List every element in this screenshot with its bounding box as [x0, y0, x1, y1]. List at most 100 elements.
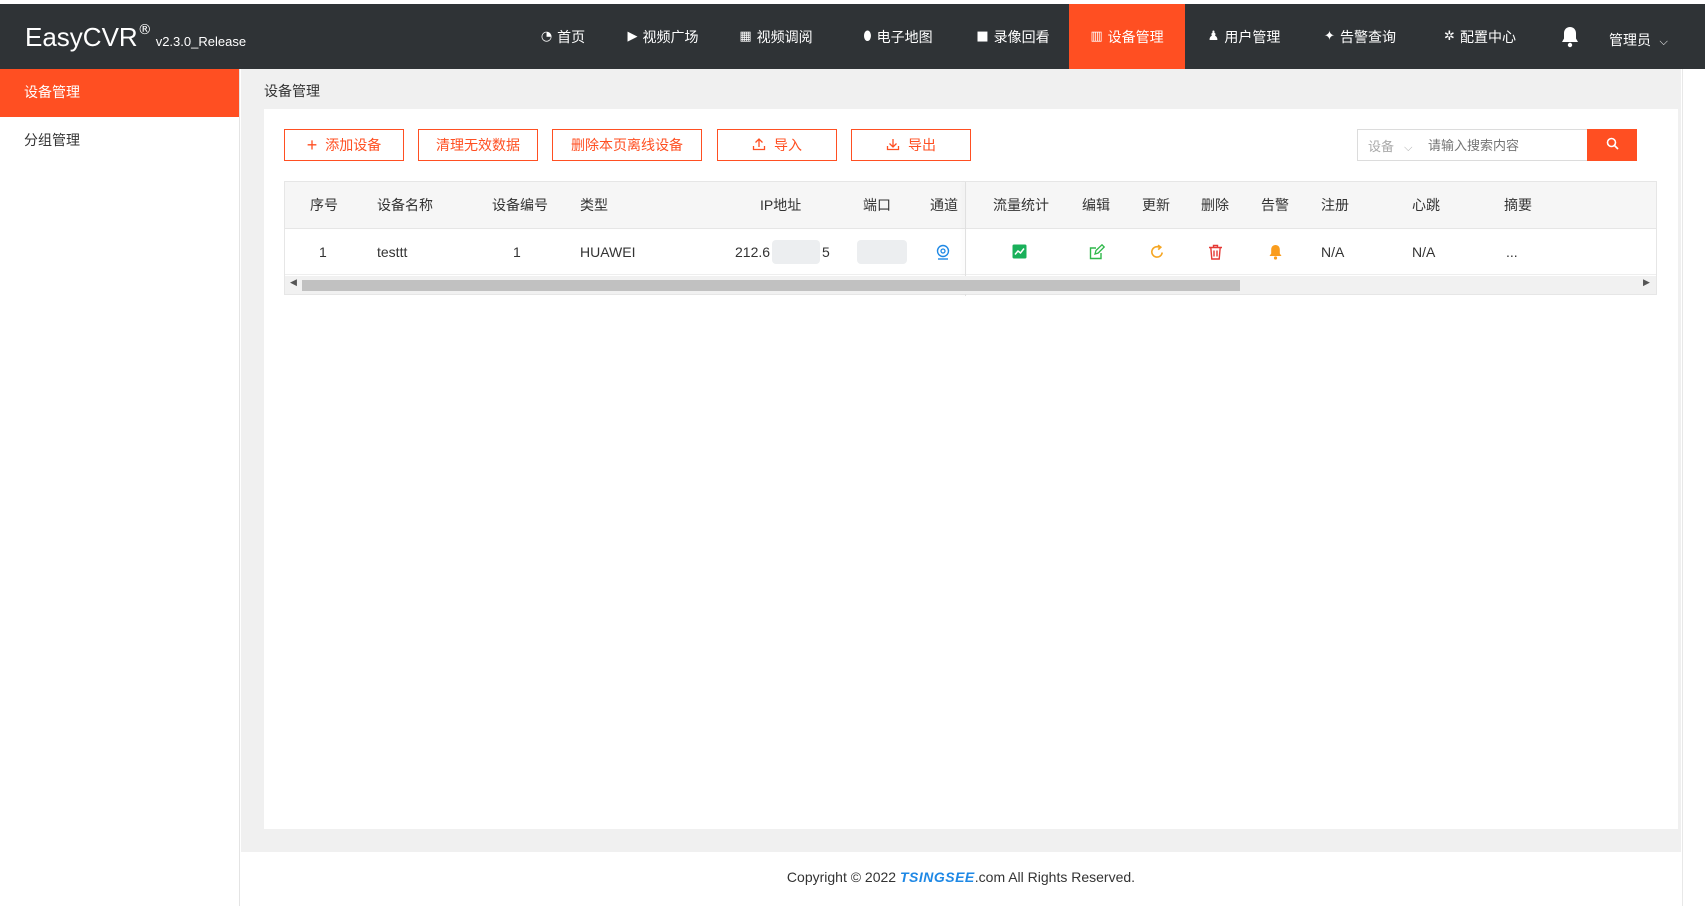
footer-prefix: Copyright © 2022 — [786, 869, 900, 885]
sidebar: 设备管理 分组管理 — [0, 69, 240, 906]
download-icon — [886, 137, 900, 154]
alarm-icon: ✦ — [1324, 29, 1335, 44]
nav-device-management[interactable]: ▥ 设备管理 — [1069, 4, 1185, 69]
col-summary: 摘要 — [1504, 197, 1532, 213]
col-type: 类型 — [580, 197, 608, 213]
user-name: 管理员 — [1609, 33, 1651, 49]
nav-map[interactable]: ⬮ 电子地图 — [853, 4, 943, 69]
sidebar-item-device-management[interactable]: 设备管理 — [0, 69, 239, 117]
chevron-down-icon: ⌵ — [1659, 35, 1668, 48]
col-edit: 编辑 — [1082, 197, 1110, 213]
col-index: 序号 — [310, 197, 338, 213]
scroll-left-icon[interactable]: ◀ — [290, 278, 297, 288]
traffic-stats-icon[interactable] — [1012, 229, 1027, 274]
export-button[interactable]: 导出 — [851, 129, 971, 161]
cell-name: testtt — [377, 243, 408, 260]
upload-icon — [752, 137, 766, 154]
cell-heartbeat: N/A — [1412, 243, 1436, 260]
col-ip: IP地址 — [760, 197, 802, 213]
nav-home-label: 首页 — [557, 29, 586, 46]
delete-offline-devices-label: 删除本页离线设备 — [571, 137, 683, 153]
brand-logo[interactable]: EasyCVR ® v2.3.0_Release — [25, 22, 246, 53]
main-content: 设备管理 + 添加设备 清理无效数据 删除本页离线设备 导入 导出 设备 ⌵ 请… — [241, 69, 1681, 852]
search-box: 设备 ⌵ — [1357, 129, 1589, 161]
footer: Copyright © 2022 TSINGSEE .com All Right… — [241, 852, 1681, 902]
col-update: 更新 — [1142, 197, 1170, 213]
nav-home[interactable]: ◔ 首页 — [528, 4, 598, 69]
col-delete: 删除 — [1201, 197, 1229, 213]
search-button[interactable] — [1587, 129, 1637, 161]
import-button[interactable]: 导入 — [717, 129, 837, 161]
col-alarm: 告警 — [1261, 197, 1289, 213]
nav-config-center-label: 配置中心 — [1459, 29, 1516, 46]
plus-icon: + — [306, 135, 318, 155]
col-code: 设备编号 — [492, 197, 548, 213]
cell-ip-prefix: 212.6 — [735, 243, 771, 260]
col-traffic: 流量统计 — [993, 197, 1049, 213]
delete-offline-devices-button[interactable]: 删除本页离线设备 — [552, 129, 702, 161]
nav-device-management-label: 设备管理 — [1107, 29, 1164, 46]
nav-playback-label: 录像回看 — [993, 29, 1050, 46]
nav-config-center[interactable]: ✲ 配置中心 — [1435, 4, 1525, 69]
breadcrumb: 设备管理 — [264, 84, 320, 100]
sidebar-item-label: 设备管理 — [24, 85, 80, 101]
clean-invalid-data-label: 清理无效数据 — [436, 137, 520, 153]
cell-register: N/A — [1321, 243, 1345, 260]
nav-user-management[interactable]: ♟ 用户管理 — [1199, 4, 1289, 69]
search-type-select[interactable]: 设备 ⌵ — [1358, 136, 1428, 155]
table-row[interactable]: 1 testtt 1 HUAWEI 212.6 5 N/A N/A ... — [285, 229, 1656, 275]
vertical-scrollbar[interactable] — [1682, 69, 1705, 906]
map-pin-icon: ⬮ — [863, 29, 872, 44]
add-device-button[interactable]: + 添加设备 — [284, 129, 404, 161]
col-port: 端口 — [863, 197, 891, 213]
layout-icon: ▦ — [739, 29, 752, 44]
chevron-down-icon: ⌵ — [1404, 140, 1413, 154]
channel-icon[interactable] — [935, 229, 951, 274]
dashboard-icon: ◔ — [540, 29, 553, 44]
search-icon — [1606, 137, 1619, 154]
col-register: 注册 — [1321, 197, 1349, 213]
brand-name: EasyCVR — [25, 22, 138, 52]
search-input[interactable] — [1428, 137, 1578, 153]
cell-ip: 212.6 5 — [735, 229, 830, 274]
scroll-thumb[interactable] — [302, 280, 1240, 291]
clean-invalid-data-button[interactable]: 清理无效数据 — [418, 129, 538, 161]
book-icon: ▥ — [1090, 29, 1103, 44]
scroll-right-icon[interactable]: ▶ — [1643, 278, 1650, 288]
alarm-bell-icon[interactable] — [1268, 229, 1283, 274]
cell-summary[interactable]: ... — [1506, 229, 1518, 274]
col-heartbeat: 心跳 — [1412, 197, 1440, 213]
nav-video-browse-label: 视频调阅 — [756, 29, 813, 46]
table-header: 序号 设备名称 设备编号 类型 IP地址 端口 通道 流量统计 编辑 更新 删除… — [285, 182, 1656, 229]
bell-icon[interactable] — [1560, 26, 1580, 53]
footer-suffix: .com All Rights Reserved. — [974, 869, 1136, 885]
blurred-region — [772, 239, 821, 264]
refresh-icon[interactable] — [1149, 229, 1165, 274]
import-label: 导入 — [774, 137, 802, 153]
horizontal-scrollbar[interactable]: ◀ ▶ — [285, 276, 1656, 294]
nav-video-square[interactable]: ▶ 视频广场 — [618, 4, 708, 69]
edit-icon[interactable] — [1089, 229, 1105, 274]
delete-icon[interactable] — [1208, 229, 1223, 274]
search-type-value: 设备 — [1368, 139, 1395, 155]
cell-ip-suffix: 5 — [822, 243, 830, 260]
play-circle-icon: ▶ — [627, 29, 638, 44]
nav-video-square-label: 视频广场 — [642, 29, 699, 46]
nav-playback[interactable]: ■ 录像回看 — [967, 4, 1059, 69]
nav-alarm-query-label: 告警查询 — [1339, 29, 1396, 46]
cell-type: HUAWEI — [580, 243, 636, 260]
top-navbar: EasyCVR ® v2.3.0_Release ◔ 首页 ▶ 视频广场 ▦ 视… — [0, 0, 1705, 69]
user-icon: ♟ — [1207, 29, 1220, 44]
sidebar-item-group-management[interactable]: 分组管理 — [0, 117, 239, 165]
device-card: + 添加设备 清理无效数据 删除本页离线设备 导入 导出 设备 ⌵ 请输入搜索内… — [264, 109, 1678, 829]
nav-video-browse[interactable]: ▦ 视频调阅 — [731, 4, 821, 69]
nav-map-label: 电子地图 — [876, 29, 933, 46]
cell-code: 1 — [513, 243, 521, 260]
blurred-region — [857, 239, 907, 264]
cell-port — [857, 229, 907, 274]
export-label: 导出 — [908, 137, 936, 153]
add-device-label: 添加设备 — [325, 137, 382, 153]
device-table: 序号 设备名称 设备编号 类型 IP地址 端口 通道 流量统计 编辑 更新 删除… — [284, 181, 1657, 296]
nav-alarm-query[interactable]: ✦ 告警查询 — [1315, 4, 1405, 69]
user-menu[interactable]: 管理员 ⌵ — [1609, 30, 1668, 50]
